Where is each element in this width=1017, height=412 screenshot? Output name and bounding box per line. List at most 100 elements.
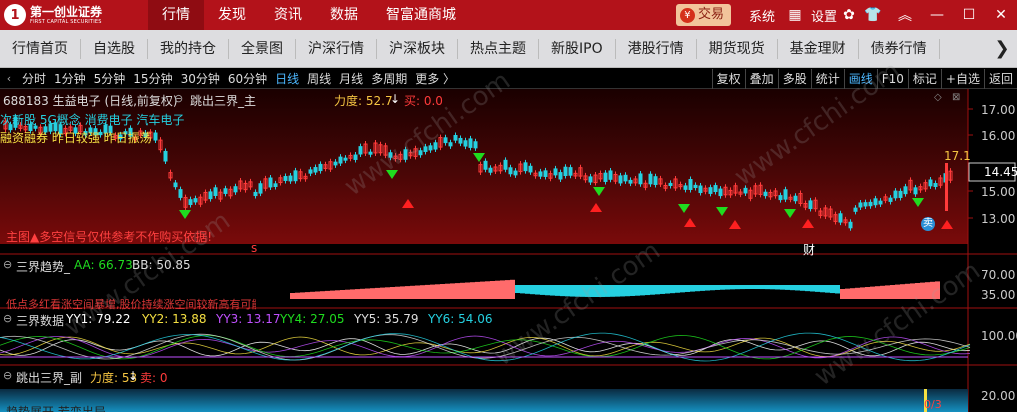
period-1min[interactable]: 1分钟 xyxy=(50,70,90,87)
period-monthly[interactable]: 月线 xyxy=(335,70,367,87)
subnav-ipo[interactable]: 新股IPO xyxy=(539,38,616,59)
subnav-market-home[interactable]: 行情首页 xyxy=(0,38,81,59)
settings-menu[interactable]: 设置 xyxy=(811,6,837,25)
diamond-icon[interactable]: ◇ xyxy=(934,92,942,103)
subnav-hs-market[interactable]: 沪深行情 xyxy=(296,38,377,59)
subnav-hot-topics[interactable]: 热点主题 xyxy=(458,38,539,59)
trend-bar xyxy=(740,285,745,290)
period-15min[interactable]: 15分钟 xyxy=(129,70,176,87)
main-indicator-name[interactable]: 跳出三界_主 xyxy=(190,92,256,109)
nav-mall[interactable]: 智富通商城 xyxy=(372,0,470,30)
trend-bar xyxy=(680,285,685,293)
subnav-panorama[interactable]: 全景图 xyxy=(229,38,296,59)
subnav-hk-market[interactable]: 港股行情 xyxy=(616,38,697,59)
tool-multi-stock[interactable]: 多股 xyxy=(777,69,811,89)
minimize-icon[interactable]: — xyxy=(921,7,953,23)
trend-bar xyxy=(750,285,755,290)
tool-adjust[interactable]: 复权 xyxy=(711,69,745,89)
collapse-icon[interactable]: ⊖ xyxy=(174,92,183,105)
subnav-bonds[interactable]: 债券行情 xyxy=(859,38,940,59)
subnav-futures[interactable]: 期货现货 xyxy=(697,38,778,59)
trend-title[interactable]: 三界趋势_ xyxy=(16,258,70,275)
candle-body xyxy=(683,185,688,190)
period-5min[interactable]: 5分钟 xyxy=(90,70,130,87)
tool-mark[interactable]: 标记 xyxy=(907,69,941,89)
period-timeshare[interactable]: 分时 xyxy=(18,70,50,87)
period-daily[interactable]: 日线 xyxy=(271,70,303,87)
trend-bar xyxy=(320,291,325,299)
sub-mark-label: 0/3 xyxy=(924,398,942,411)
candle-body xyxy=(903,186,908,195)
maximize-icon[interactable]: ☐ xyxy=(953,7,985,23)
trend-bar xyxy=(555,285,560,296)
candle-body xyxy=(603,172,608,182)
trend-bar xyxy=(725,285,730,290)
brand-name-en: FIRST CAPITAL SECURITIES xyxy=(30,18,102,25)
candle-body xyxy=(563,166,568,177)
nav-news[interactable]: 资讯 xyxy=(260,0,316,30)
grid-icon[interactable]: ▦ xyxy=(779,7,811,23)
collapse-icon[interactable]: ⊖ xyxy=(3,369,12,382)
candle-body xyxy=(793,195,798,202)
period-weekly[interactable]: 周线 xyxy=(303,70,335,87)
period-more[interactable]: 更多 〉 xyxy=(411,70,459,87)
collapse-icon[interactable]: ⊖ xyxy=(3,312,12,325)
trade-button[interactable]: ¥ 交易 xyxy=(675,4,731,26)
candle-body xyxy=(223,188,228,194)
trend-bar xyxy=(880,285,885,299)
trend-bar xyxy=(695,285,700,292)
trend-bar xyxy=(635,285,640,296)
nav-market[interactable]: 行情 xyxy=(148,0,204,30)
yy2-value: YY2: 13.88 xyxy=(142,312,207,326)
gear-icon[interactable]: ✿ xyxy=(841,7,857,23)
tool-overlay[interactable]: 叠加 xyxy=(744,69,778,89)
subnav-hs-sectors[interactable]: 沪深板块 xyxy=(377,38,458,59)
chevron-left-icon[interactable]: ‹ xyxy=(0,72,18,85)
trend-bar xyxy=(850,288,855,299)
yy4-value: YY4: 27.05 xyxy=(280,312,345,326)
candle-body xyxy=(863,202,868,207)
data-title[interactable]: 三界数据 xyxy=(16,312,64,329)
subnav-holdings[interactable]: 我的持仓 xyxy=(148,38,229,59)
shirt-icon[interactable]: 👕 xyxy=(857,7,889,23)
panel-close-icon[interactable]: ⊠ xyxy=(952,92,960,103)
trend-bar xyxy=(455,283,460,299)
system-menu[interactable]: 系统 xyxy=(749,6,775,25)
nav-data[interactable]: 数据 xyxy=(316,0,372,30)
chart-area[interactable]: www.cfchi.com www.cfchi.com www.cfchi.co… xyxy=(0,56,1017,412)
tool-back[interactable]: 返回 xyxy=(983,69,1017,89)
tool-stats[interactable]: 统计 xyxy=(810,69,844,89)
trend-bar xyxy=(870,286,875,299)
nav-discover[interactable]: 发现 xyxy=(204,0,260,30)
brand-logo[interactable]: 1 第一创业证券 FIRST CAPITAL SECURITIES xyxy=(0,4,148,26)
trend-bar xyxy=(340,290,345,299)
candle-body xyxy=(888,197,893,202)
period-30min[interactable]: 30分钟 xyxy=(177,70,224,87)
logo-mark: 1 xyxy=(4,4,26,26)
main-panel-footer xyxy=(0,244,968,254)
candle-body xyxy=(873,198,878,206)
trend-bar xyxy=(385,287,390,299)
candle-body xyxy=(528,165,533,173)
close-icon[interactable]: ✕ xyxy=(985,7,1017,23)
trend-bar xyxy=(440,284,445,299)
subnav-watchlist[interactable]: 自选股 xyxy=(81,38,148,59)
trend-bar xyxy=(355,289,360,299)
trend-bar xyxy=(715,285,720,290)
collapse-icon[interactable]: ⊖ xyxy=(3,258,12,271)
candle-body xyxy=(188,199,193,205)
trend-bar xyxy=(485,281,490,299)
period-multi[interactable]: 多周期 xyxy=(367,70,411,87)
top-bar: 1 第一创业证券 FIRST CAPITAL SECURITIES 行情 发现 … xyxy=(0,0,1017,30)
trend-bb-value: BB: 50.85 xyxy=(132,258,191,272)
chevron-right-icon[interactable]: ❯ xyxy=(987,30,1017,67)
subnav-funds[interactable]: 基金理财 xyxy=(778,38,859,59)
candle-body xyxy=(358,146,363,155)
candle-body xyxy=(538,171,543,177)
sub-title[interactable]: 跳出三界_副 xyxy=(16,369,82,386)
period-60min[interactable]: 60分钟 xyxy=(224,70,271,87)
candle-body xyxy=(648,173,653,185)
collapse-up-icon[interactable]: ︽ xyxy=(889,5,921,25)
tool-add-watchlist[interactable]: +自选 xyxy=(940,69,984,89)
trend-bar xyxy=(855,287,860,299)
